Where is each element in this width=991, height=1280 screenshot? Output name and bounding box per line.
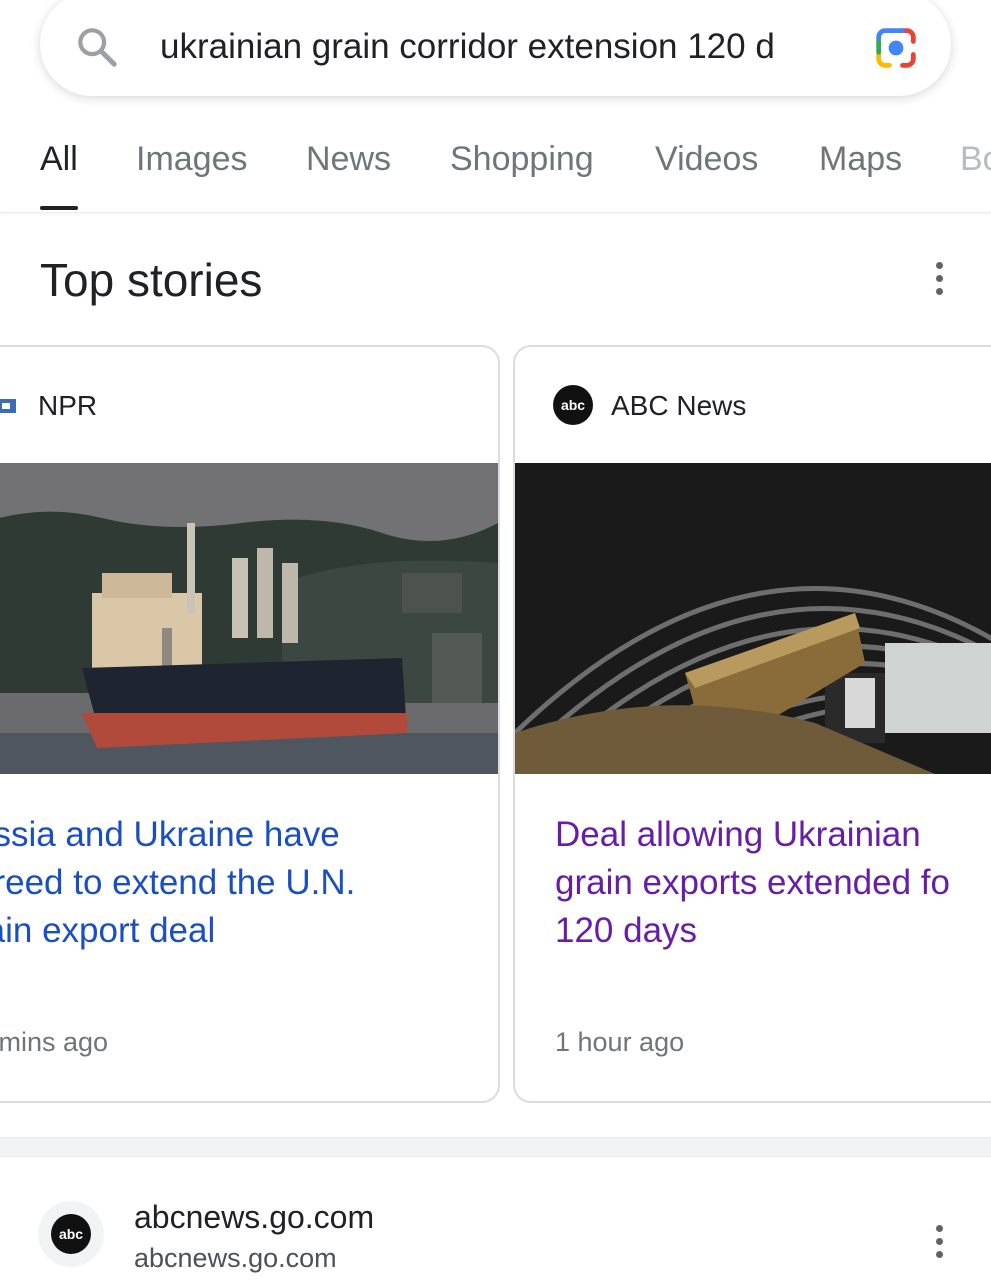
story-source: NPR xyxy=(38,390,98,421)
search-icon[interactable] xyxy=(74,24,120,70)
top-stories-heading: Top stories xyxy=(40,254,263,306)
story-timestamp: 2 mins ago xyxy=(0,1027,109,1057)
abc-news-logo-icon: abc xyxy=(51,1214,91,1254)
result-favicon: abc xyxy=(38,1201,104,1267)
result-more-options-icon[interactable] xyxy=(933,1225,945,1265)
tab-images[interactable]: Images xyxy=(136,138,248,180)
search-tabs: All Images News Shopping Videos Maps Bo xyxy=(0,120,991,213)
section-divider xyxy=(0,1137,991,1157)
abc-news-logo-icon: abc xyxy=(553,385,593,425)
tab-books[interactable]: Bo xyxy=(960,138,991,180)
result-site-name[interactable]: abcnews.go.com xyxy=(134,1197,374,1237)
result-url[interactable]: abcnews.go.com xyxy=(134,1240,337,1276)
tab-all[interactable]: All xyxy=(40,138,78,210)
story-image-cargo-ship xyxy=(0,463,498,774)
story-timestamp: 1 hour ago xyxy=(555,1027,685,1057)
google-lens-icon[interactable] xyxy=(870,22,922,74)
story-card-abc-news[interactable]: abc ABC News Deal allowing Ukrainian gra… xyxy=(513,345,991,1103)
tab-videos[interactable]: Videos xyxy=(655,138,758,180)
npr-logo-icon xyxy=(0,399,16,413)
search-input[interactable]: ukrainian grain corridor extension 120 d xyxy=(160,22,860,72)
story-headline[interactable]: Deal allowing Ukrainian grain exports ex… xyxy=(555,811,950,955)
tab-news[interactable]: News xyxy=(306,138,391,180)
story-image-grain-storage xyxy=(515,463,991,774)
tab-maps[interactable]: Maps xyxy=(819,138,902,180)
search-bar[interactable]: ukrainian grain corridor extension 120 d xyxy=(40,0,951,96)
story-source: ABC News xyxy=(611,390,747,421)
story-card-npr[interactable]: NPR ussia and Ukraine have greed to exte… xyxy=(0,345,500,1103)
search-results-page: ukrainian grain corridor extension 120 d… xyxy=(0,0,991,1280)
story-headline[interactable]: ussia and Ukraine have greed to extend t… xyxy=(0,811,355,955)
more-options-icon[interactable] xyxy=(933,262,945,302)
tab-shopping[interactable]: Shopping xyxy=(450,138,594,180)
